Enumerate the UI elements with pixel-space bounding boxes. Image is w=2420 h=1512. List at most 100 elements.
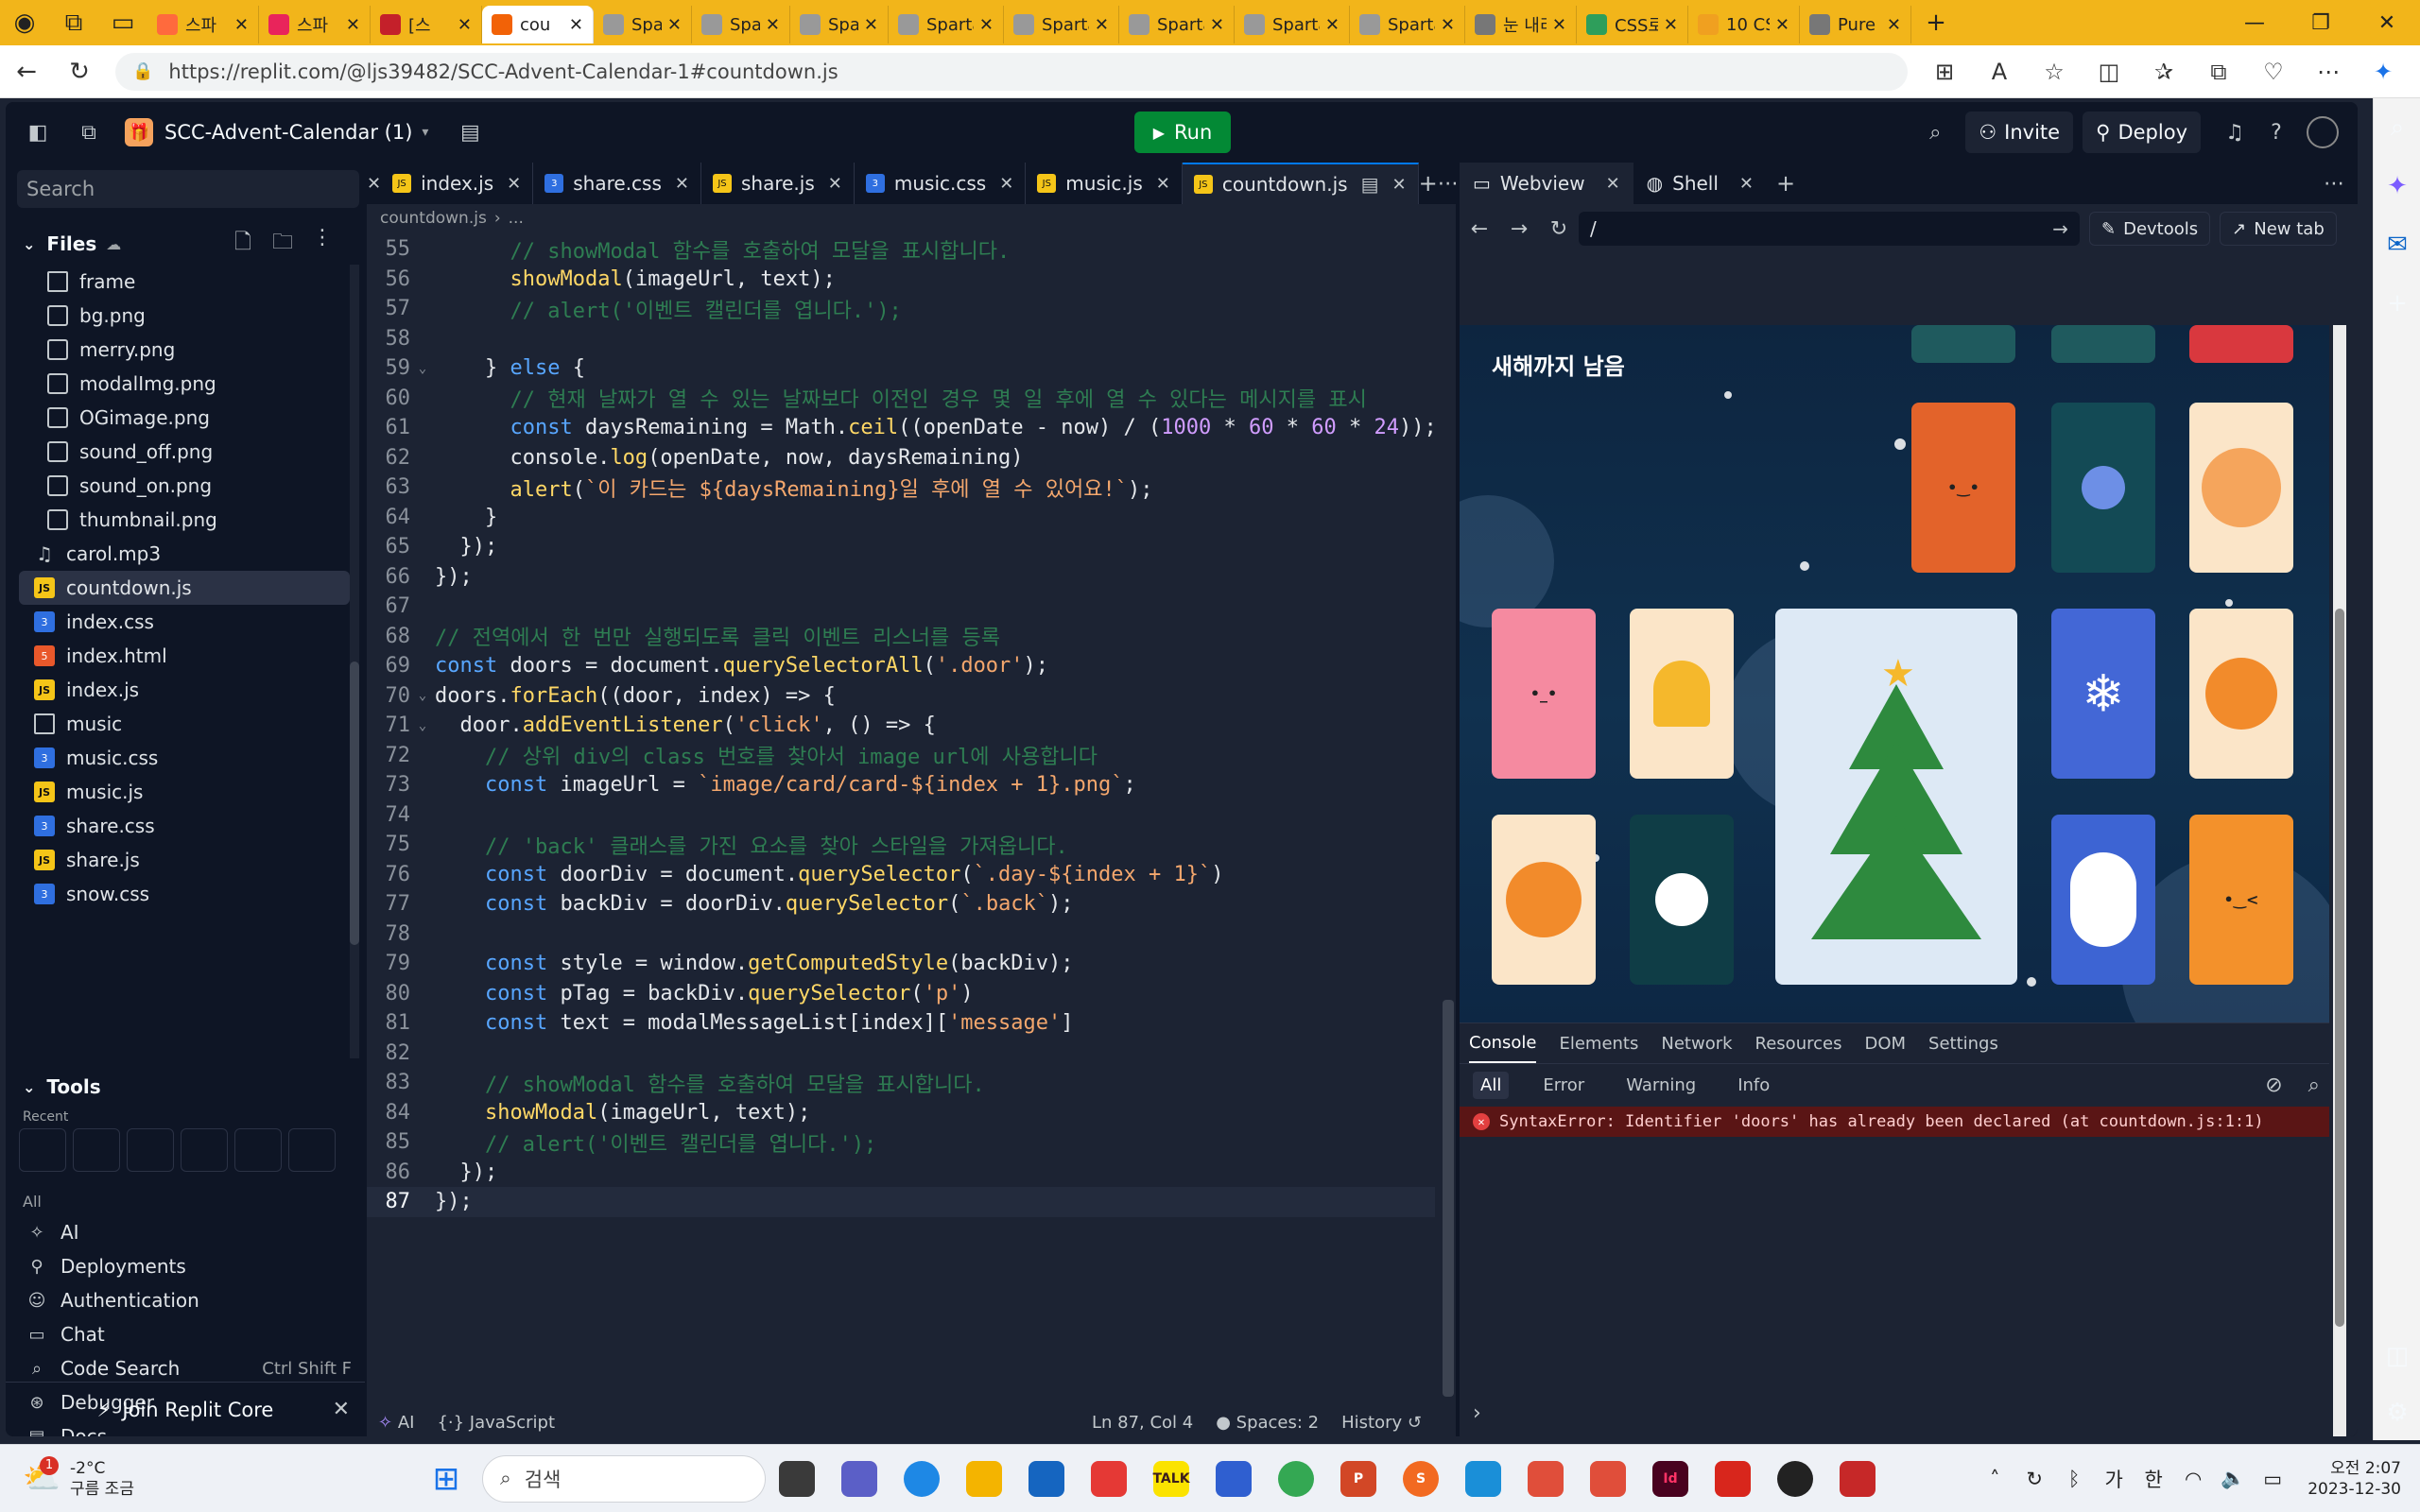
tool-item[interactable]: ⌕ Code Search Ctrl Shift F [19,1351,359,1385]
browser-tab[interactable]: 스파 ✕ [147,6,259,43]
webview-tab[interactable]: ▭ Webview ✕ [1460,163,1634,204]
code-line[interactable]: 75 // 'back' 클래스를 가진 요소를 찾아 스타일을 가져옵니다. [367,830,1435,860]
close-tab-icon[interactable]: ✕ [1441,15,1455,35]
chevron-up-icon[interactable]: ˄ [1975,1468,2014,1490]
code-line[interactable]: 87}); [367,1187,1435,1217]
wink-card[interactable]: •‿< [2189,815,2293,985]
code-line[interactable]: 55 // showModal 함수를 호출하여 모달을 표시합니다. [367,234,1435,265]
taskbar-app[interactable] [766,1452,828,1505]
breadcrumb-file[interactable]: countdown.js [380,209,487,228]
more-icon[interactable]: ⋯ [1438,172,1459,196]
close-icon[interactable]: ✕ [999,174,1013,194]
snowflake-card[interactable]: ❄ [2051,609,2155,779]
preview-toggle-icon[interactable]: ▤ [1361,173,1379,196]
sidebar-layout-icon[interactable]: ◫ [2374,1327,2420,1385]
file-tree-item[interactable]: merry.png [19,333,350,367]
close-tab-icon[interactable]: ✕ [1775,15,1789,35]
status-spaces[interactable]: ● Spaces: 2 [1216,1413,1319,1433]
code-line[interactable]: 84 showModal(imageUrl, text); [367,1098,1435,1128]
search-icon[interactable]: ⌕ [1914,121,1956,145]
file-tree-item[interactable]: frame [19,265,350,299]
advent-card[interactable] [1911,325,2015,363]
battery-icon[interactable]: ▭ [2253,1468,2292,1490]
editor-tab[interactable]: JS music.js ✕ [1026,163,1183,204]
close-icon[interactable]: ✕ [828,174,842,194]
code-line[interactable]: 76 const doorDiv = document.querySelecto… [367,860,1435,890]
editor-tab[interactable]: JS countdown.js ▤ ✕ [1182,163,1419,204]
code-line[interactable]: 78 [367,919,1435,950]
taskbar-app[interactable]: P [1327,1452,1390,1505]
close-tab-icon[interactable]: ✕ [458,15,472,35]
code-line[interactable]: 58 [367,324,1435,354]
code-line[interactable]: 59 ⌄ } else { [367,353,1435,384]
recent-slot[interactable] [181,1128,228,1172]
back-arrow-icon[interactable]: ← [1460,217,1499,241]
console-filter[interactable]: All [1473,1072,1510,1099]
favorites-icon[interactable]: ✰ [2136,59,2191,85]
close-tab-icon[interactable]: ✕ [864,15,878,35]
code-line[interactable]: 83 // showModal 함수를 호출하여 모달을 표시합니다. [367,1068,1435,1098]
code-line[interactable]: 72 // 상위 div의 class 번호를 찾아서 image url에 사… [367,741,1435,771]
lollipop-card[interactable] [2051,403,2155,573]
editor-tab[interactable]: 3 music.css ✕ [855,163,1027,204]
close-icon[interactable]: ✕ [367,174,381,194]
webview-url-field[interactable]: / → [1579,212,2080,246]
more-icon[interactable]: ⋯ [2310,172,2358,196]
devtools-tab[interactable]: DOM [1864,1023,1906,1063]
fold-chevron-icon[interactable]: ⌄ [410,718,435,733]
close-icon[interactable]: ✕ [675,174,689,194]
browser-tab[interactable]: Spa ✕ [692,6,790,43]
bluetooth-icon[interactable]: ᛒ [2054,1468,2094,1490]
volume-icon[interactable]: 🔈 [2213,1467,2253,1490]
join-replit-core-button[interactable]: ⚡ Join Replit Core ✕ [6,1382,365,1436]
preview-scrollbar[interactable] [2333,325,2346,1436]
run-button[interactable]: ▶ Run [1134,112,1231,153]
taskbar-app[interactable] [1202,1452,1265,1505]
file-tree-item[interactable]: music [19,707,350,741]
browser-tab[interactable]: 눈 내리는✕ [1465,6,1577,43]
maximize-icon[interactable]: ❐ [2288,11,2354,35]
file-tree-item[interactable]: sound_off.png [19,435,350,469]
scrollbar-thumb[interactable] [2335,609,2344,1327]
close-tab-icon[interactable]: ✕ [979,15,994,35]
console-filter[interactable]: Warning [1618,1072,1703,1099]
tool-item[interactable]: ✧ AI [19,1215,359,1249]
taskbar-app[interactable] [953,1452,1015,1505]
collections-icon[interactable]: ⧉ [2191,59,2246,85]
close-icon[interactable]: ✕ [1392,175,1406,195]
read-aloud-icon[interactable]: A [1972,59,2027,85]
code-line[interactable]: 79 const style = window.getComputedStyle… [367,949,1435,979]
taskbar-app[interactable] [1015,1452,1078,1505]
minimize-icon[interactable]: — [2221,11,2288,35]
editor-scrollbar[interactable] [1443,234,1454,1397]
close-icon[interactable]: ✕ [1606,174,1620,194]
file-tree-item[interactable]: bg.png [19,299,350,333]
code-line[interactable]: 80 const pTag = backDiv.querySelector('p… [367,979,1435,1009]
console-filter[interactable]: Info [1730,1072,1777,1099]
file-tree-item[interactable]: modalImg.png [19,367,350,401]
code-line[interactable]: 77 const backDiv = doorDiv.querySelector… [367,889,1435,919]
taskbar-app[interactable]: S [1390,1452,1452,1505]
browser-tab[interactable]: cou ✕ [482,6,594,43]
breadcrumb-rest[interactable]: ... [509,209,524,228]
code-line[interactable]: 69 const doors = document.querySelectorAl… [367,651,1435,681]
close-window-icon[interactable]: ✕ [2354,11,2420,35]
recent-slot[interactable] [127,1128,174,1172]
ime-hangul[interactable]: 가 [2094,1465,2134,1493]
recent-slot[interactable] [19,1128,66,1172]
recent-slot[interactable] [73,1128,120,1172]
code-line[interactable]: 81 const text = modalMessageList[index][… [367,1008,1435,1039]
file-tree-item[interactable]: ♫ carol.mp3 [19,537,350,571]
close-icon[interactable]: ✕ [1739,174,1754,194]
add-tab-icon[interactable]: + [1767,170,1805,197]
profile-icon[interactable]: ◉ [0,0,49,45]
refresh-icon[interactable]: ↻ [1539,217,1579,241]
code-line[interactable]: 62 console.log(openDate, now, daysRemain… [367,443,1435,473]
sidebar-scrollbar[interactable] [350,265,359,1058]
taskbar-app[interactable] [890,1452,953,1505]
code-line[interactable]: 74 [367,800,1435,831]
devtools-tab[interactable]: Resources [1755,1023,1842,1063]
code-line[interactable]: 60 // 현재 날짜가 열 수 있는 날짜보다 이전인 경우 몇 일 후에 열… [367,384,1435,414]
workspaces-icon[interactable]: ⧉ [49,0,98,45]
close-tab-icon[interactable]: ✕ [1210,15,1224,35]
